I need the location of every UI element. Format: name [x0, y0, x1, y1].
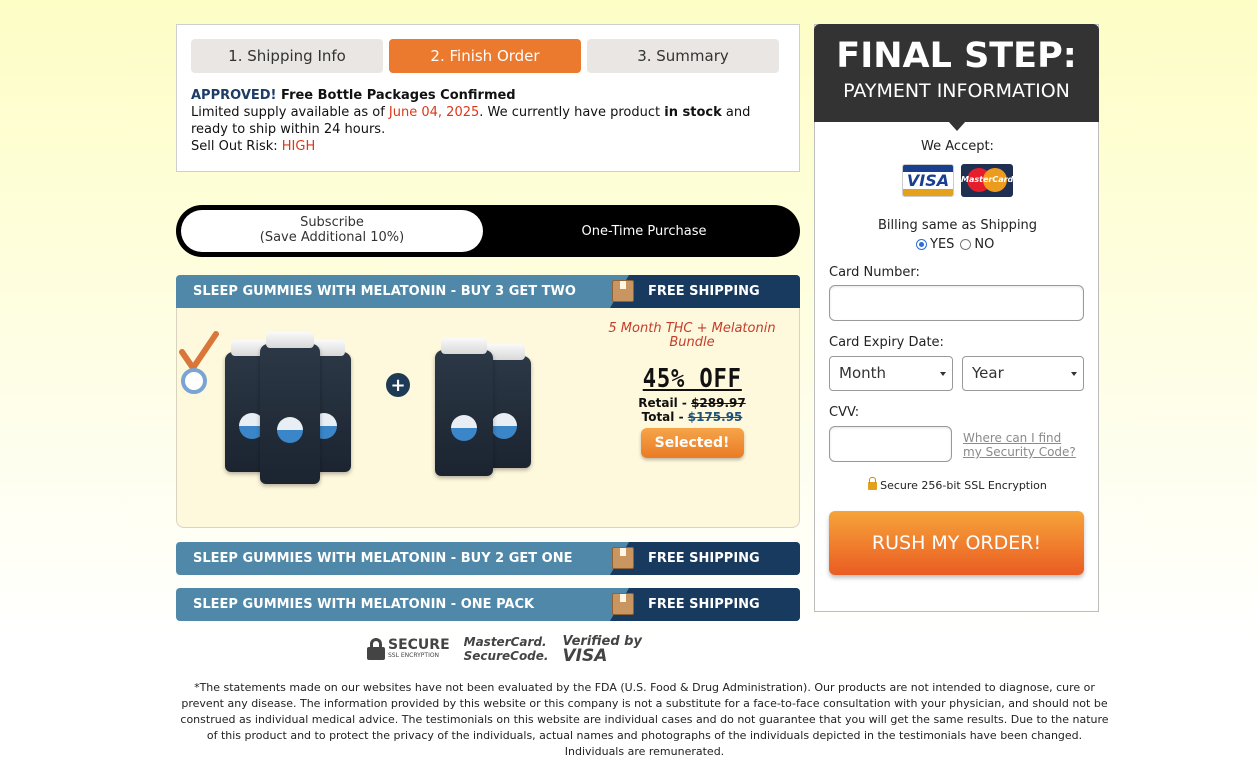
- package-title: SLEEP GUMMIES WITH MELATONIN - ONE PACK: [193, 597, 535, 612]
- billing-options: YES NO: [916, 237, 994, 252]
- supply-date: June 04, 2025: [388, 105, 480, 120]
- product-bottle-image: [435, 338, 493, 476]
- step-summary[interactable]: 3. Summary: [587, 39, 779, 73]
- fda-disclaimer: *The statements made on our websites hav…: [180, 681, 1109, 758]
- retail-price: Retail - $289.97: [597, 396, 787, 410]
- total-value: $175.95: [687, 410, 743, 424]
- chevron-down-icon: [1071, 372, 1077, 376]
- rush-my-order-button[interactable]: RUSH MY ORDER!: [829, 511, 1084, 575]
- selected-button[interactable]: Selected!: [640, 428, 744, 458]
- payment-header: FINAL STEP: PAYMENT INFORMATION: [814, 24, 1099, 131]
- shipping-box-icon: [612, 593, 634, 615]
- package-header-buy3[interactable]: SLEEP GUMMIES WITH MELATONIN - BUY 3 GET…: [176, 275, 800, 308]
- yes-label: YES: [930, 237, 955, 252]
- expiry-label: Card Expiry Date:: [829, 335, 944, 350]
- purchase-type-toggle: Subscribe (Save Additional 10%) One-Time…: [176, 205, 800, 257]
- mc-line1: MasterCard.: [463, 635, 547, 649]
- package-offer: 5 Month THC + Melatonin Bundle 45% OFF R…: [597, 322, 787, 458]
- subscribe-label: Subscribe: [300, 215, 364, 230]
- mc-line2: SecureCode.: [463, 649, 549, 663]
- help-line2: my Security Code?: [963, 445, 1076, 459]
- secure-title: SECURE: [388, 637, 450, 653]
- expiry-year-select[interactable]: Year: [962, 356, 1084, 391]
- subscribe-option[interactable]: Subscribe (Save Additional 10%): [181, 210, 483, 252]
- discount-label: 45% OFF: [642, 364, 742, 394]
- cvv-input[interactable]: [829, 426, 952, 462]
- chevron-down-icon: [940, 372, 946, 376]
- billing-same-label: Billing same as Shipping: [877, 218, 1038, 233]
- supply-text: Limited supply available as of June 04, …: [191, 104, 781, 138]
- package-body-buy3[interactable]: + 5 Month THC + Melatonin Bundle 45% OFF…: [176, 308, 800, 528]
- we-accept-label: We Accept:: [921, 139, 994, 154]
- secure-subtitle: SSL ENCRYPTION: [388, 652, 440, 659]
- billing-yes-option[interactable]: YES: [916, 237, 954, 252]
- shipping-box-icon: [612, 547, 634, 569]
- lock-icon: [367, 638, 385, 660]
- ssl-notice: Secure 256-bit SSL Encryption: [815, 477, 1100, 492]
- approved-label: APPROVED!: [191, 88, 277, 103]
- one-time-purchase-option[interactable]: One-Time Purchase: [510, 205, 778, 257]
- supply-prefix: Limited supply available as of: [191, 105, 389, 120]
- package-header-one-pack[interactable]: SLEEP GUMMIES WITH MELATONIN - ONE PACK …: [176, 588, 800, 621]
- retail-label: Retail -: [638, 396, 692, 410]
- card-number-label: Card Number:: [829, 265, 920, 280]
- package-header-buy2[interactable]: SLEEP GUMMIES WITH MELATONIN - BUY 2 GET…: [176, 542, 800, 575]
- step-tabs: 1. Shipping Info 2. Finish Order 3. Summ…: [191, 39, 779, 73]
- package-title: SLEEP GUMMIES WITH MELATONIN - BUY 3 GET…: [193, 284, 576, 299]
- help-line1: Where can I find: [963, 431, 1062, 445]
- payment-subtitle: PAYMENT INFORMATION: [843, 80, 1070, 102]
- billing-no-option[interactable]: NO: [960, 237, 994, 252]
- security-code-help-link[interactable]: Where can I find my Security Code?: [963, 431, 1076, 459]
- trust-badges: SECURE SSL ENCRYPTION MasterCard. Secure…: [367, 634, 642, 666]
- lock-icon: [868, 477, 878, 490]
- plus-icon: +: [386, 373, 410, 397]
- card-number-input[interactable]: [829, 285, 1084, 321]
- package-title: SLEEP GUMMIES WITH MELATONIN - BUY 2 GET…: [193, 551, 573, 566]
- shipping-box-icon: [612, 280, 634, 302]
- verified-by-visa-badge: Verified by VISA: [562, 634, 641, 666]
- expiry-month-select[interactable]: Month: [829, 356, 953, 391]
- visa-line2: VISA: [562, 646, 608, 666]
- free-shipping-label: FREE SHIPPING: [648, 284, 760, 299]
- mastercard-securecode-badge: MasterCard. SecureCode.: [464, 635, 549, 663]
- approval-headline: APPROVED! Free Bottle Packages Confirmed: [191, 87, 781, 104]
- cvv-label: CVV:: [829, 405, 860, 420]
- step-shipping-info[interactable]: 1. Shipping Info: [191, 39, 383, 73]
- bundle-name: 5 Month THC + Melatonin Bundle: [608, 321, 776, 350]
- subscribe-savings: (Save Additional 10%): [259, 230, 405, 245]
- radio-no[interactable]: [960, 239, 972, 250]
- confirmed-label: Free Bottle Packages Confirmed: [276, 88, 516, 103]
- mastercard-icon: MasterCard: [961, 164, 1013, 197]
- total-label: Total -: [641, 410, 688, 424]
- supply-mid: . We currently have product: [479, 105, 665, 120]
- risk-value: HIGH: [281, 139, 316, 154]
- checkout-steps-panel: 1. Shipping Info 2. Finish Order 3. Summ…: [176, 24, 800, 172]
- retail-value: $289.97: [691, 396, 746, 410]
- step-finish-order[interactable]: 2. Finish Order: [389, 39, 581, 73]
- package-radio[interactable]: [181, 368, 207, 394]
- payment-panel: FINAL STEP: PAYMENT INFORMATION We Accep…: [814, 24, 1099, 612]
- final-step-title: FINAL STEP:: [836, 36, 1077, 76]
- ssl-text: Secure 256-bit SSL Encryption: [880, 479, 1047, 492]
- in-stock-label: in stock: [664, 105, 722, 120]
- free-shipping-label: FREE SHIPPING: [648, 597, 760, 612]
- accepted-cards: VISA MasterCard: [902, 164, 1013, 197]
- approval-message: APPROVED! Free Bottle Packages Confirmed…: [191, 87, 781, 155]
- mastercard-label: MasterCard: [961, 175, 1013, 184]
- total-price: Total - $175.95: [597, 410, 787, 424]
- visa-card-icon: VISA: [902, 164, 954, 197]
- year-value: Year: [972, 364, 1004, 382]
- free-shipping-label: FREE SHIPPING: [648, 551, 760, 566]
- sellout-risk: Sell Out Risk: HIGH: [191, 138, 781, 155]
- product-bottle-image: [260, 332, 320, 484]
- checkmark-icon: [179, 331, 219, 371]
- no-label: NO: [974, 237, 995, 252]
- month-value: Month: [839, 364, 887, 382]
- secure-ssl-badge: SECURE SSL ENCRYPTION: [367, 638, 450, 660]
- radio-yes[interactable]: [916, 239, 927, 250]
- risk-label: Sell Out Risk:: [191, 139, 282, 154]
